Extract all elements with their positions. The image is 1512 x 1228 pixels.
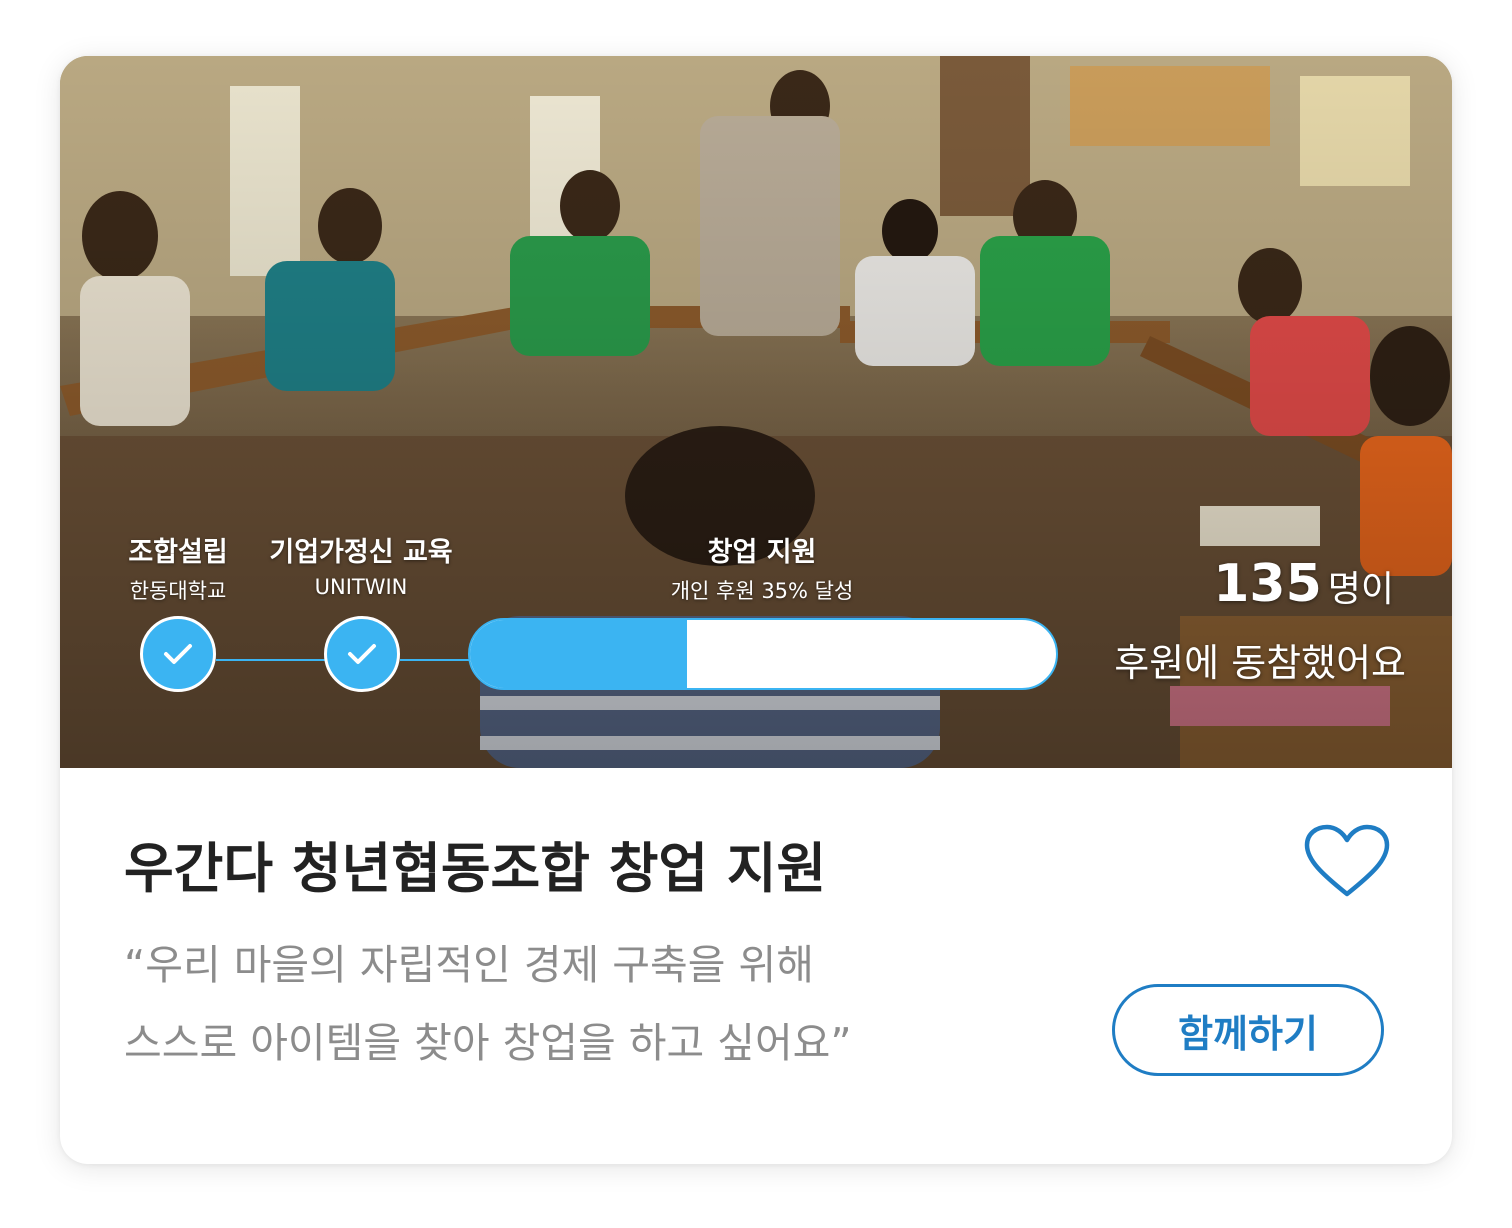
step-title-startup: 창업 지원 xyxy=(707,537,817,568)
step-connector xyxy=(400,659,470,661)
supporter-count: 135 명이 xyxy=(1213,554,1394,614)
supporter-count-unit: 명이 xyxy=(1327,569,1394,610)
funding-progress-fill xyxy=(470,620,687,688)
campaign-title: 우간다 청년협동조합 창업 지원 xyxy=(124,837,827,900)
join-button[interactable]: 함께하기 xyxy=(1112,984,1384,1076)
favorite-heart-icon[interactable] xyxy=(1302,824,1392,900)
step-subtitle-education: UNITWIN xyxy=(314,575,408,599)
step-title-education: 기업가정신 교육 xyxy=(269,537,453,568)
funding-progress-bar xyxy=(468,618,1058,690)
step-subtitle-startup: 개인 후원 35% 달성 xyxy=(670,579,854,603)
quote-line: “우리 마을의 자립적인 경제 구축을 위해 xyxy=(124,941,814,989)
quote-line: 스스로 아이템을 찾아 창업을 하고 싶어요” xyxy=(124,1019,852,1067)
step-done-founding xyxy=(140,616,216,692)
step-connector xyxy=(216,659,326,661)
check-icon xyxy=(164,644,192,664)
supporter-count-number: 135 xyxy=(1213,554,1322,614)
step-title-founding: 조합설립 xyxy=(128,537,228,568)
step-subtitle-founding: 한동대학교 xyxy=(129,579,227,603)
campaign-photo: 조합설립 한동대학교 기업가정신 교육 UNITWIN 창업 지원 개인 후원 … xyxy=(60,56,1452,768)
supporter-caption: 후원에 동참했어요 xyxy=(1114,641,1406,685)
campaign-quote: “우리 마을의 자립적인 경제 구축을 위해 스스로 아이템을 찾아 창업을 하… xyxy=(124,926,852,1082)
check-icon xyxy=(348,644,376,664)
step-done-education xyxy=(324,616,400,692)
campaign-card[interactable]: 조합설립 한동대학교 기업가정신 교육 UNITWIN 창업 지원 개인 후원 … xyxy=(60,56,1452,1164)
